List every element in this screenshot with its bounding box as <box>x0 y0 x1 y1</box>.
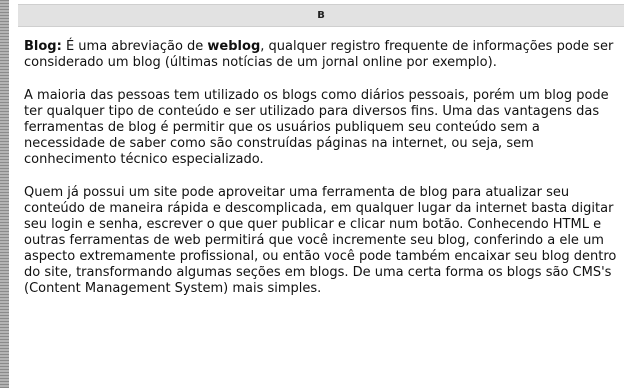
entry-paragraph-2: A maioria das pessoas tem utilizado os b… <box>24 88 609 167</box>
glossary-page: B Blog: É uma abreviação de weblog, qual… <box>0 0 624 388</box>
entry-term: Blog: <box>24 39 62 54</box>
letter-section-header: B <box>18 4 624 27</box>
left-border-strip <box>0 0 9 388</box>
entry-paragraph-1: Blog: É uma abreviação de weblog, qualqu… <box>24 39 618 71</box>
entry-bold-word: weblog <box>207 39 261 54</box>
glossary-content: B Blog: É uma abreviação de weblog, qual… <box>18 0 624 388</box>
entry-paragraph-3: Quem já possui um site pode aproveitar u… <box>24 185 617 296</box>
entry-text-before: É uma abreviação de <box>61 39 208 54</box>
glossary-entry-blog: Blog: É uma abreviação de weblog, qualqu… <box>18 27 624 297</box>
